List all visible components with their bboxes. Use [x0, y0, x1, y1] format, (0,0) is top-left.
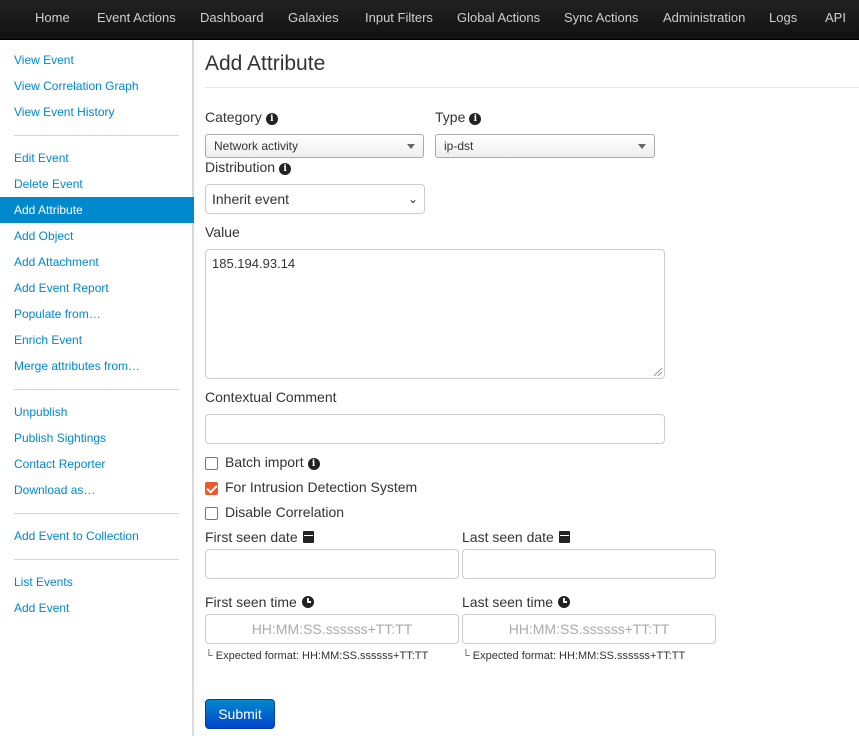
first-seen-date-label-text: First seen date [205, 529, 298, 545]
type-label-text: Type [435, 109, 466, 125]
calendar-icon [558, 531, 570, 543]
first-seen-time-label: First seen time [205, 594, 314, 610]
category-select-value: Network activity [214, 139, 299, 153]
top-navbar: Home Event Actions Dashboard Galaxies In… [0, 0, 859, 40]
last-seen-date-input[interactable] [462, 549, 716, 579]
first-seen-time-label-text: First seen time [205, 594, 297, 610]
sidebar-divider [14, 135, 179, 136]
value-textarea[interactable]: 185.194.93.14 [205, 249, 665, 379]
distribution-label-text: Distribution [205, 159, 276, 175]
disable-correlation-checkbox[interactable] [205, 507, 218, 520]
calendar-icon [302, 531, 314, 543]
sidebar-item-add-attribute[interactable]: Add Attribute [0, 197, 194, 223]
clock-icon [558, 596, 571, 608]
main-content: Add Attribute Category i Network activity… [194, 40, 859, 736]
last-seen-time-hint-text: Expected format: HH:MM:SS.ssssss+TT:TT [472, 650, 686, 662]
first-seen-time-hint: └ Expected format: HH:MM:SS.ssssss+TT:TT [205, 650, 428, 662]
sidebar-item-view-event[interactable]: View Event [0, 47, 194, 73]
last-seen-time-label-text: Last seen time [462, 594, 554, 610]
submit-button[interactable]: Submit [205, 699, 275, 729]
sidebar-item-delete-event[interactable]: Delete Event [0, 171, 194, 197]
nav-event-actions[interactable]: Event Actions [97, 0, 176, 38]
chevron-down-icon [638, 144, 646, 149]
sidebar-item-contact-reporter[interactable]: Contact Reporter [0, 451, 194, 477]
resize-handle-icon[interactable] [654, 368, 662, 376]
last-seen-time-label: Last seen time [462, 594, 571, 610]
info-icon[interactable]: i [279, 163, 292, 175]
value-label: Value [205, 224, 240, 240]
batch-import-checkbox[interactable] [205, 457, 218, 470]
info-icon[interactable]: i [307, 458, 320, 470]
sidebar-item-add-attachment[interactable]: Add Attachment [0, 249, 194, 275]
nav-dashboard[interactable]: Dashboard [200, 0, 264, 38]
distribution-select-value: Inherit event [212, 191, 290, 207]
category-select[interactable]: Network activity [205, 134, 424, 158]
last-seen-date-label: Last seen date [462, 529, 570, 545]
clock-icon [301, 596, 314, 608]
first-seen-time-input[interactable]: HH:MM:SS.ssssss+TT:TT [205, 614, 459, 644]
nav-home[interactable]: Home [35, 0, 70, 38]
batch-import-label-text: Batch import [225, 454, 304, 470]
page-title: Add Attribute [205, 52, 326, 75]
type-select[interactable]: ip-dst [435, 134, 655, 158]
chevron-down-icon: ⌄ [407, 192, 418, 206]
nav-galaxies[interactable]: Galaxies [288, 0, 339, 38]
category-label: Category i [205, 109, 278, 125]
type-select-value: ip-dst [444, 139, 474, 153]
info-icon[interactable]: i [265, 113, 278, 125]
nav-api[interactable]: API [825, 0, 846, 38]
sidebar-item-enrich-event[interactable]: Enrich Event [0, 327, 194, 353]
last-seen-time-input[interactable]: HH:MM:SS.ssssss+TT:TT [462, 614, 716, 644]
sidebar-divider [14, 513, 179, 514]
sidebar: View Event View Correlation Graph View E… [0, 40, 194, 736]
value-textarea-text: 185.194.93.14 [212, 256, 296, 271]
sidebar-divider [14, 559, 179, 560]
first-seen-date-input[interactable] [205, 549, 459, 579]
distribution-select[interactable]: Inherit event ⌄ [205, 184, 425, 214]
sidebar-item-view-correlation-graph[interactable]: View Correlation Graph [0, 73, 194, 99]
last-seen-time-hint: └ Expected format: HH:MM:SS.ssssss+TT:TT [462, 650, 685, 662]
first-seen-date-label: First seen date [205, 529, 314, 545]
sidebar-divider [14, 389, 179, 390]
type-label: Type i [435, 109, 482, 125]
ids-label: For Intrusion Detection System [225, 479, 418, 495]
batch-import-label: Batch import i [225, 454, 320, 470]
sidebar-item-edit-event[interactable]: Edit Event [0, 145, 194, 171]
sidebar-item-download-as[interactable]: Download as… [0, 477, 194, 503]
nav-sync-actions[interactable]: Sync Actions [564, 0, 638, 38]
corner-arrow-icon: └ [205, 650, 213, 662]
corner-arrow-icon: └ [462, 650, 470, 662]
sidebar-item-merge-attributes[interactable]: Merge attributes from… [0, 353, 194, 379]
title-divider [205, 87, 859, 88]
chevron-down-icon [407, 144, 415, 149]
disable-correlation-label: Disable Correlation [225, 504, 345, 520]
sidebar-item-unpublish[interactable]: Unpublish [0, 399, 194, 425]
comment-label: Contextual Comment [205, 389, 337, 405]
sidebar-item-add-event[interactable]: Add Event [0, 595, 194, 621]
distribution-label: Distribution i [205, 159, 292, 175]
sidebar-item-list-events[interactable]: List Events [0, 569, 194, 595]
sidebar-item-publish-sightings[interactable]: Publish Sightings [0, 425, 194, 451]
sidebar-item-populate-from[interactable]: Populate from… [0, 301, 194, 327]
last-seen-date-label-text: Last seen date [462, 529, 554, 545]
sidebar-item-view-event-history[interactable]: View Event History [0, 99, 194, 125]
ids-checkbox[interactable] [205, 482, 218, 495]
nav-global-actions[interactable]: Global Actions [457, 0, 540, 38]
comment-input[interactable] [205, 414, 665, 444]
sidebar-item-add-object[interactable]: Add Object [0, 223, 194, 249]
category-label-text: Category [205, 109, 262, 125]
nav-input-filters[interactable]: Input Filters [365, 0, 433, 38]
info-icon[interactable]: i [469, 113, 482, 125]
first-seen-time-hint-text: Expected format: HH:MM:SS.ssssss+TT:TT [215, 650, 429, 662]
nav-administration[interactable]: Administration [663, 0, 745, 38]
sidebar-item-add-event-report[interactable]: Add Event Report [0, 275, 194, 301]
sidebar-item-add-event-to-collection[interactable]: Add Event to Collection [0, 523, 194, 549]
nav-logs[interactable]: Logs [769, 0, 797, 38]
